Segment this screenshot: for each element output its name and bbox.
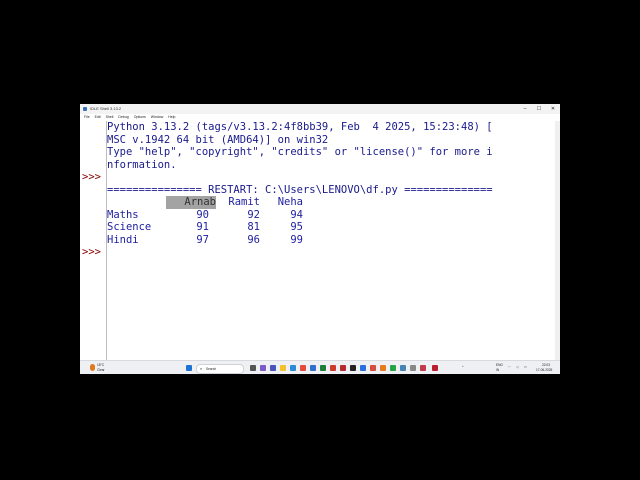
table-cell: 99 [290,233,303,246]
column-header-neha: Neha [277,196,303,208]
search-box[interactable]: ⌕ Search [196,364,244,374]
app-icon[interactable] [410,365,416,371]
menu-window[interactable]: Window [151,114,163,121]
prompt-1: >>> [82,171,101,183]
menu-edit[interactable]: Edit [95,114,101,121]
app-icon[interactable] [340,365,346,371]
restart-line: =============== RESTART: C:\Users\LENOVO… [107,183,493,196]
menu-bar: File Edit Shell Debug Options Window Hel… [80,114,560,121]
table-cell: 92 [247,208,260,221]
weather-temp: 18°C [97,363,105,367]
close-button[interactable]: ✕ [546,104,560,114]
chrome-icon[interactable] [370,365,376,371]
prompt-2: >>> [82,246,101,258]
language-bottom[interactable]: IN [496,368,499,372]
window-title: IDLE Shell 3.13.2 [90,106,122,111]
dropbox-icon[interactable] [360,365,366,371]
row-label-science: Science [107,221,152,233]
desktop-screen: IDLE Shell 3.13.2 – ☐ ✕ File Edit Shell … [80,104,560,374]
app-icon[interactable] [432,365,438,371]
app-icon[interactable] [420,365,426,371]
edge-icon[interactable] [290,365,296,371]
menu-shell[interactable]: Shell [106,114,114,121]
banner-line-2: MSC v.1942 64 bit (AMD64)] on win32 [107,133,329,146]
clock-date[interactable]: 17-06-2025 [536,368,552,372]
menu-options[interactable]: Options [134,114,146,121]
clock-time[interactable]: 22:03 [542,363,550,367]
excel-icon[interactable] [320,365,326,371]
column-header-ramit: Ramit [228,196,260,208]
table-cell: 90 [196,208,209,221]
battery-icon[interactable]: ▭ [524,365,527,369]
title-bar: IDLE Shell 3.13.2 – ☐ ✕ [80,104,560,114]
row-label-maths: Maths [107,208,139,221]
widgets-icon[interactable] [260,365,266,371]
table-cell: 81 [247,221,260,233]
banner-line-1: Python 3.13.2 (tags/v3.13.2:4f8bb39, Feb… [107,121,493,133]
volume-icon[interactable]: ◁ [516,365,518,369]
teams-icon[interactable] [270,365,276,371]
whatsapp-icon[interactable] [390,365,396,371]
python-idle-icon[interactable] [400,365,406,371]
menu-help[interactable]: Help [168,114,175,121]
search-placeholder: Search [206,367,217,371]
table-cell: 97 [196,233,209,246]
windows-icon[interactable] [186,365,192,371]
table-cell: 95 [290,221,303,233]
weather-text: Clear [97,368,105,372]
table-cell: 96 [247,233,260,246]
shell-output-area[interactable]: Python 3.13.2 (tags/v3.13.2:4f8bb39, Feb… [80,121,560,360]
minimize-button[interactable]: – [518,104,532,114]
maximize-button[interactable]: ☐ [532,104,546,114]
column-header-arnab: Arnab [166,196,216,209]
idle-app-icon [83,107,87,111]
chrome-icon[interactable] [300,365,306,371]
word-icon[interactable] [310,365,316,371]
prompt-gutter [80,121,107,360]
banner-line-4: nformation. [107,158,177,171]
row-label-hindi: Hindi [107,233,139,246]
vertical-scrollbar[interactable] [555,121,560,360]
app-icon[interactable] [380,365,386,371]
search-icon: ⌕ [200,366,203,371]
file-explorer-icon[interactable] [280,365,286,371]
powerpoint-icon[interactable] [330,365,336,371]
chevron-up-icon[interactable]: ^ [462,365,464,369]
table-cell: 91 [196,221,209,233]
task-view-icon[interactable] [250,365,256,371]
banner-line-3: Type "help", "copyright", "credits" or "… [107,146,493,158]
menu-debug[interactable]: Debug [118,114,128,121]
language-top[interactable]: ENG [496,363,503,367]
app-icon[interactable] [350,365,356,371]
taskbar: 18°C Clear ⌕ Search ^ ENG IN ◠ ◁ ▭ 22:03 [80,360,560,374]
wifi-icon[interactable]: ◠ [508,365,511,369]
table-cell: 94 [290,208,303,221]
weather-icon[interactable] [90,364,95,371]
menu-file[interactable]: File [84,114,90,121]
